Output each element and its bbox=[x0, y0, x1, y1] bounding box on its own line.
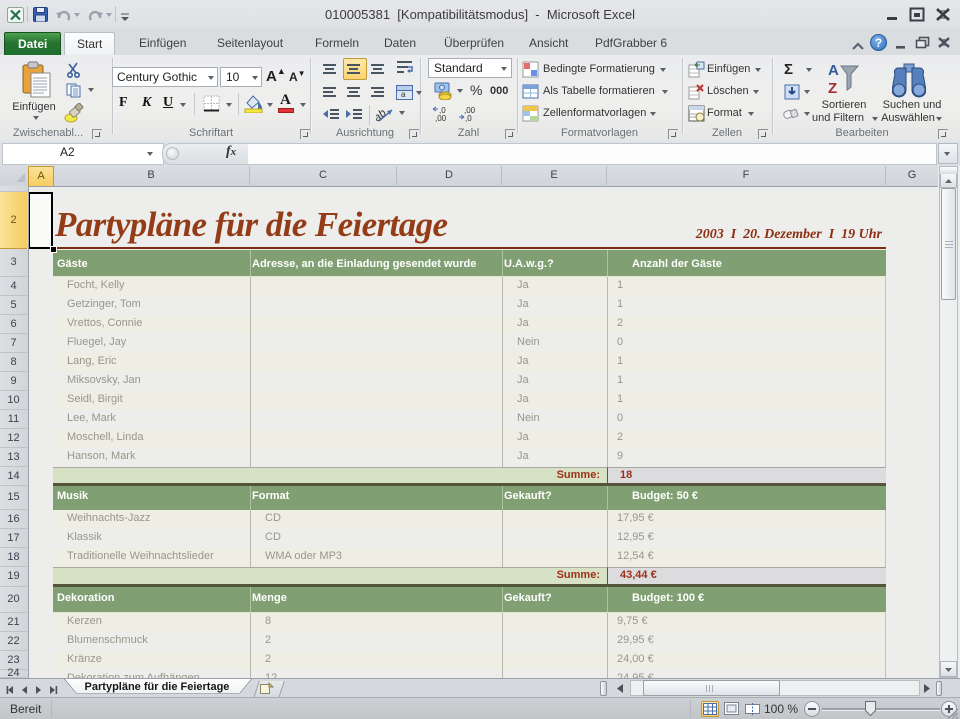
svg-text:,0: ,0 bbox=[465, 114, 472, 122]
svg-text:A: A bbox=[828, 62, 839, 79]
svg-text:a: a bbox=[401, 90, 406, 99]
svg-text:,00: ,00 bbox=[435, 114, 447, 122]
svg-text:Z: Z bbox=[828, 80, 837, 97]
